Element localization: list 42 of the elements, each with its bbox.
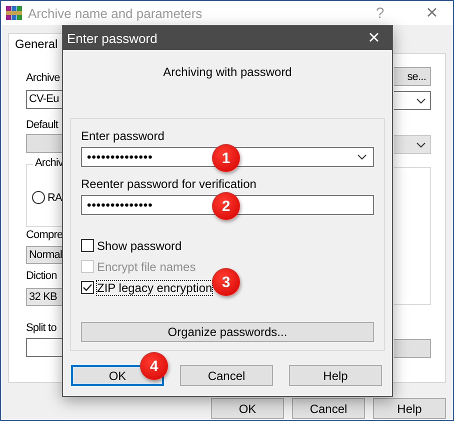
checkbox[interactable] [81,239,94,252]
input-field[interactable]: CV-Eu [26,90,62,109]
field-label: Archive [26,71,61,85]
organize-button[interactable]: Organize passwords... [81,322,374,342]
step-badge: 2 [212,192,240,220]
tab[interactable]: General [8,33,65,54]
checkbox-label: Show password [97,238,182,252]
password-dots: •••••••••••••• [87,198,153,212]
checkbox-label: Encrypt file names [97,260,196,274]
dialog-button[interactable]: Help [289,365,382,386]
dialog-title: Enter password [67,30,158,46]
close-button[interactable]: × [362,26,386,50]
chevron-down-icon [416,142,426,148]
books-icon [6,5,22,21]
dialog-button[interactable]: OK [211,398,284,419]
field-label: Split to [26,321,58,335]
field-label: Compre [26,228,62,242]
dialog-heading: Archiving with password [162,65,293,79]
password-dots: •••••••••••••• [87,150,153,164]
dropdown[interactable] [394,91,431,110]
dialog-button[interactable]: Cancel [292,398,365,419]
dialog-button[interactable]: Help [373,398,446,419]
checkbox-label: ZIP legacy encryption [97,280,212,294]
chevron-down-icon [416,98,426,104]
field-label: Diction [26,269,58,283]
field-label: Default [26,118,60,132]
radio-label: RA [48,192,62,204]
dropdown[interactable]: 32 KB [26,288,62,306]
input-field[interactable] [26,338,62,357]
step-badge: 4 [140,352,168,380]
chevron-down-icon [357,154,367,160]
radio-button[interactable] [32,191,45,204]
browse-button[interactable]: se... [394,67,431,86]
step-badge: 3 [212,268,240,296]
close-button[interactable]: × [417,2,447,24]
dialog-button[interactable]: Cancel [180,365,273,386]
dropdown[interactable]: Normal [26,246,62,264]
field-label: Enter password [81,129,166,143]
field-label: Reenter password for verification [81,177,258,191]
window-title: Archive name and parameters [28,6,204,20]
step-badge: 1 [212,144,240,172]
checkbox[interactable] [81,281,94,294]
